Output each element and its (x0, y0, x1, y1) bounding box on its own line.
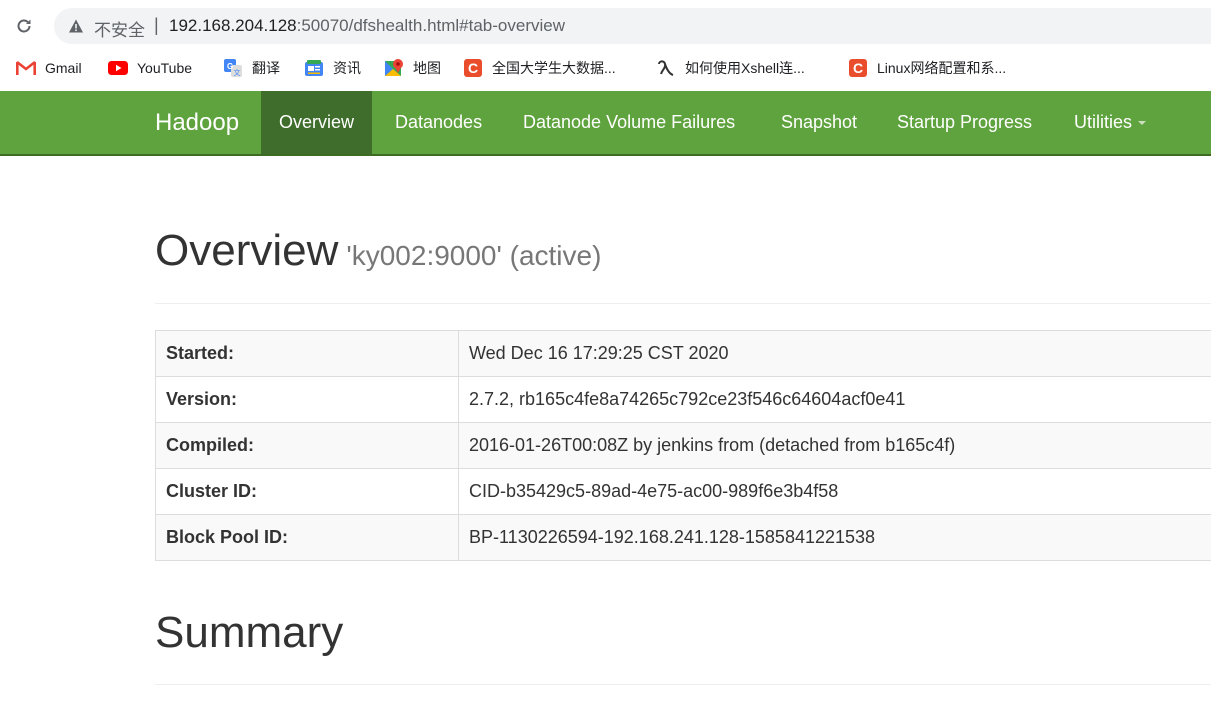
bookmark-label: 全国大学生大数据... (492, 60, 616, 76)
bookmark-big-data-contest[interactable]: C 全国大学生大数据... (463, 57, 616, 79)
youtube-icon (108, 58, 128, 78)
table-row: Started: Wed Dec 16 17:29:25 CST 2020 (155, 330, 1211, 377)
url-path: :50070/dfshealth.html#tab-overview (296, 16, 566, 35)
svg-text:G: G (227, 62, 233, 71)
bookmark-news[interactable]: 资讯 (304, 57, 361, 79)
page-title: Overview (155, 226, 339, 275)
tab-datanode-volume-failures[interactable]: Datanode Volume Failures (523, 91, 735, 154)
bookmark-youtube[interactable]: YouTube (108, 57, 192, 79)
hadoop-navbar: Hadoop Overview Datanodes Datanode Volum… (0, 91, 1211, 156)
row-value: 2016-01-26T00:08Z by jenkins from (detac… (458, 422, 1211, 469)
bookmark-label: 资讯 (333, 60, 361, 76)
bookmark-label: Gmail (45, 60, 82, 76)
bookmark-xshell[interactable]: 如何使用Xshell连... (656, 57, 805, 79)
chevron-down-icon (1138, 121, 1147, 126)
security-status[interactable]: 不安全 (94, 16, 145, 41)
row-key: Version: (155, 376, 459, 423)
tab-utilities-label: Utilities (1074, 112, 1133, 132)
row-key: Compiled: (155, 422, 459, 469)
maps-icon (384, 58, 404, 78)
row-value: CID-b35429c5-89ad-4e75-ac00-989f6e3b4f58 (458, 468, 1211, 515)
c-icon: C (463, 58, 483, 78)
page-subtitle: 'ky002:9000' (active) (346, 240, 602, 271)
bookmark-label: 如何使用Xshell连... (685, 60, 805, 76)
divider (155, 684, 1211, 685)
bookmark-label: YouTube (137, 60, 193, 76)
tab-datanodes[interactable]: Datanodes (395, 91, 482, 154)
translate-icon: G 文 (223, 58, 243, 78)
svg-text:文: 文 (234, 68, 241, 77)
browser-address-bar: 不安全 | 192.168.204.128:50070/dfshealth.ht… (0, 0, 1211, 50)
url-bar[interactable]: 不安全 | 192.168.204.128:50070/dfshealth.ht… (54, 8, 1211, 44)
row-value: BP-1130226594-192.168.241.128-1585841221… (458, 514, 1211, 561)
tab-startup-progress[interactable]: Startup Progress (897, 91, 1032, 154)
table-row: Cluster ID: CID-b35429c5-89ad-4e75-ac00-… (155, 468, 1211, 515)
overview-header: Overview'ky002:9000' (active) (155, 226, 601, 276)
bookmark-label: Linux网络配置和系... (877, 60, 1007, 76)
overview-table: Started: Wed Dec 16 17:29:25 CST 2020 Ve… (155, 330, 1211, 561)
url-text[interactable]: 192.168.204.128:50070/dfshealth.html#tab… (169, 16, 565, 36)
divider (155, 303, 1211, 304)
url-host: 192.168.204.128 (169, 16, 297, 35)
reload-icon[interactable] (12, 14, 36, 38)
tab-overview[interactable]: Overview (261, 91, 373, 154)
c-icon: C (848, 58, 868, 78)
bookmark-gmail[interactable]: Gmail (16, 57, 82, 79)
news-icon (304, 58, 324, 78)
summary-title: Summary (155, 608, 344, 657)
bookmark-label: 地图 (413, 60, 441, 76)
table-row: Compiled: 2016-01-26T00:08Z by jenkins f… (155, 422, 1211, 469)
tab-utilities[interactable]: Utilities (1074, 91, 1147, 154)
row-value: 2.7.2, rb165c4fe8a74265c792ce23f546c6460… (458, 376, 1211, 423)
gmail-icon (16, 58, 36, 78)
table-row: Version: 2.7.2, rb165c4fe8a74265c792ce23… (155, 376, 1211, 423)
warning-icon (69, 19, 83, 33)
row-key: Cluster ID: (155, 468, 459, 515)
row-key: Started: (155, 330, 459, 377)
row-key: Block Pool ID: (155, 514, 459, 561)
tab-snapshot[interactable]: Snapshot (781, 91, 857, 154)
row-value: Wed Dec 16 17:29:25 CST 2020 (458, 330, 1211, 377)
bookmarks-bar: Gmail YouTube G 文 翻译 资讯 地图 C 全国大学生大数据...… (0, 50, 1211, 86)
bookmark-label: 翻译 (252, 60, 280, 76)
xshell-icon (656, 58, 676, 78)
table-row: Block Pool ID: BP-1130226594-192.168.241… (155, 514, 1211, 561)
url-separator: | (154, 15, 159, 35)
bookmark-translate[interactable]: G 文 翻译 (223, 57, 280, 79)
bookmark-linux-network[interactable]: C Linux网络配置和系... (848, 57, 1006, 79)
brand-logo[interactable]: Hadoop (155, 109, 239, 137)
bookmark-maps[interactable]: 地图 (384, 57, 441, 79)
